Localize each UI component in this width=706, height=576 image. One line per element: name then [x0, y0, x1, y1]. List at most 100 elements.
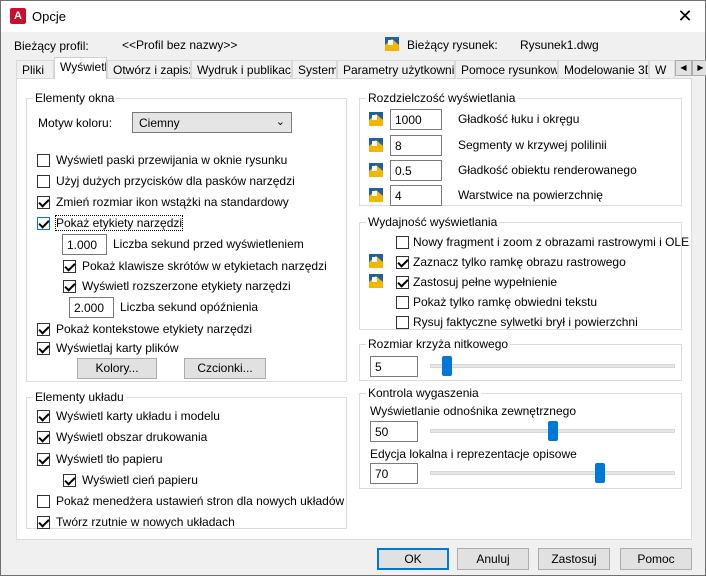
- color-theme-select[interactable]: Ciemny ⌄: [132, 112, 292, 133]
- group-title: Rozdzielczość wyświetlania: [366, 91, 518, 105]
- color-theme-label: Motyw koloru:: [38, 116, 113, 130]
- inplace-fade-slider-thumb[interactable]: [594, 463, 605, 483]
- tooltip-delay-label: Liczba sekund przed wyświetleniem: [113, 237, 304, 251]
- ext-delay-label: Liczba sekund opóźnienia: [120, 300, 259, 314]
- polyline-segments-input[interactable]: 8: [390, 135, 442, 156]
- checkbox-raster-frame[interactable]: [396, 256, 409, 269]
- contour-lines-input[interactable]: 4: [390, 185, 442, 206]
- arc-smoothness-label: Gładkość łuku i okręgu: [458, 112, 580, 126]
- checkbox-large-buttons[interactable]: [37, 175, 50, 188]
- apply-button[interactable]: Zastosuj: [538, 548, 610, 570]
- help-button[interactable]: Pomoc: [620, 548, 692, 570]
- close-icon[interactable]: ✕: [665, 1, 705, 32]
- checkbox-paper-bg[interactable]: [37, 453, 50, 466]
- checkbox-rollover[interactable]: [37, 323, 50, 336]
- checkbox-file-tabs[interactable]: [37, 342, 50, 355]
- checkbox-silhouettes-label: Rysuj faktyczne sylwetki brył i powierzc…: [413, 315, 638, 329]
- drawing-setting-icon: [369, 188, 383, 202]
- checkbox-printable-area[interactable]: [37, 431, 50, 444]
- drawing-file-icon: [385, 37, 399, 51]
- xref-fade-label: Wyświetlanie odnośnika zewnętrznego: [370, 404, 577, 418]
- tab-panel-wyswietl: Elementy okna Motyw koloru: Ciemny ⌄ Wyś…: [16, 78, 692, 540]
- checkbox-viewports-label: Twórz rzutnie w nowych układach: [56, 515, 235, 529]
- window-title: Opcje: [32, 9, 66, 24]
- tab-wydruk-i-publikacja[interactable]: Wydruk i publikacja: [191, 60, 292, 79]
- ok-button[interactable]: OK: [377, 548, 449, 570]
- group-fade: Kontrola wygaszenia Wyświetlanie odnośni…: [359, 386, 682, 489]
- profile-value: <<Profil bez nazwy>>: [122, 38, 238, 52]
- drawing-setting-icon: [369, 112, 383, 126]
- group-elementy-ukladu: Elementy układu Wyświetl karty układu i …: [26, 390, 347, 529]
- drawing-setting-icon: [369, 254, 383, 268]
- autocad-app-icon: A: [10, 8, 26, 24]
- checkbox-extended-tooltips[interactable]: [63, 280, 76, 293]
- tab-system[interactable]: System: [292, 60, 337, 79]
- crosshair-slider-thumb[interactable]: [441, 356, 452, 376]
- fonts-button[interactable]: Czcionki...: [184, 358, 266, 379]
- group-elementy-okna: Elementy okna Motyw koloru: Ciemny ⌄ Wyś…: [26, 91, 347, 382]
- xref-fade-input[interactable]: 50: [370, 421, 418, 442]
- checkbox-silhouettes[interactable]: [396, 316, 409, 329]
- checkbox-scrollbars[interactable]: [37, 154, 50, 167]
- checkbox-shortcut-keys[interactable]: [63, 260, 76, 273]
- checkbox-layout-tabs-label: Wyświetl karty układu i modelu: [56, 409, 220, 423]
- checkbox-large-buttons-label: Użyj dużych przycisków dla pasków narzęd…: [56, 174, 295, 188]
- tab-wyswietl[interactable]: Wyświetl: [54, 57, 107, 79]
- tab-otworz-i-zapisz[interactable]: Otwórz i zapisz: [107, 60, 191, 79]
- group-title: Kontrola wygaszenia: [366, 386, 481, 400]
- tab-pomoce-rysunkowe[interactable]: Pomoce rysunkowe: [455, 60, 558, 79]
- checkbox-tooltips[interactable]: [37, 217, 50, 230]
- checkbox-resize-ribbon[interactable]: [37, 196, 50, 209]
- checkbox-paper-shadow[interactable]: [63, 474, 76, 487]
- checkbox-text-frame-label: Pokaż tylko ramkę obwiedni tekstu: [413, 295, 598, 309]
- cancel-button[interactable]: Anuluj: [457, 548, 529, 570]
- checkbox-file-tabs-label: Wyświetlaj karty plików: [56, 341, 179, 355]
- polyline-segments-label: Segmenty w krzywej polilinii: [458, 138, 607, 152]
- xref-fade-slider-thumb[interactable]: [547, 421, 558, 441]
- checkbox-true-color-label: Zastosuj pełne wypełnienie: [413, 275, 558, 289]
- checkbox-paper-bg-label: Wyświetl tło papieru: [56, 452, 163, 466]
- checkbox-printable-area-label: Wyświetl obszar drukowania: [56, 430, 208, 444]
- tab-parametry-uzytkownika[interactable]: Parametry użytkownika: [337, 60, 455, 79]
- group-wydajnosc: Wydajność wyświetlania Nowy fragment i z…: [359, 215, 689, 330]
- crosshair-slider-track[interactable]: [430, 364, 675, 368]
- checkbox-pan-zoom[interactable]: [396, 236, 409, 249]
- tab-scroll-right-icon[interactable]: ▶: [692, 60, 706, 76]
- render-smoothness-label: Gładkość obiektu renderowanego: [458, 163, 637, 177]
- checkbox-tooltips-label: Pokaż etykiety narzędzi: [54, 215, 184, 231]
- checkbox-paper-shadow-label: Wyświetl cień papieru: [82, 473, 198, 487]
- checkbox-true-color[interactable]: [396, 276, 409, 289]
- ext-delay-input[interactable]: 2.000: [69, 297, 114, 318]
- tab-scroll-left-icon[interactable]: ◀: [675, 60, 692, 76]
- tab-pliki[interactable]: Pliki: [16, 60, 54, 79]
- tooltip-delay-input[interactable]: 1.000: [62, 234, 107, 255]
- checkbox-shortcut-keys-label: Pokaż klawisze skrótów w etykietach narz…: [82, 259, 327, 273]
- tab-modelowanie-3d[interactable]: Modelowanie 3D: [558, 60, 649, 79]
- checkbox-text-frame[interactable]: [396, 296, 409, 309]
- group-title: Elementy okna: [33, 91, 117, 105]
- drawing-value: Rysunek1.dwg: [520, 38, 599, 52]
- crosshair-size-input[interactable]: 5: [370, 356, 418, 377]
- checkbox-viewports[interactable]: [37, 516, 50, 529]
- checkbox-layout-tabs[interactable]: [37, 410, 50, 423]
- checkbox-rollover-label: Pokaż kontekstowe etykiety narzędzi: [56, 322, 253, 336]
- drawing-setting-icon: [369, 138, 383, 152]
- inplace-fade-slider-track[interactable]: [430, 471, 675, 475]
- arc-smoothness-input[interactable]: 1000: [390, 109, 442, 130]
- tab-strip: Pliki Wyświetl Otwórz i zapisz Wydruk i …: [16, 57, 706, 79]
- tab-overflow[interactable]: W: [649, 60, 675, 79]
- colors-button[interactable]: Kolory...: [77, 358, 157, 379]
- inplace-fade-label: Edycja lokalna i reprezentacje opisowe: [370, 447, 577, 461]
- render-smoothness-input[interactable]: 0.5: [390, 160, 442, 181]
- group-title: Rozmiar krzyża nitkowego: [366, 337, 511, 351]
- profile-label: Bieżący profil:: [14, 39, 89, 53]
- inplace-fade-input[interactable]: 70: [370, 463, 418, 484]
- checkbox-scrollbars-label: Wyświetl paski przewijania w oknie rysun…: [56, 153, 288, 167]
- checkbox-pan-zoom-label: Nowy fragment i zoom z obrazami rastrowy…: [413, 235, 690, 249]
- group-crosshair: Rozmiar krzyża nitkowego 5: [359, 337, 682, 381]
- title-bar: A Opcje ✕: [1, 1, 705, 32]
- contour-lines-label: Warstwice na powierzchnię: [458, 188, 603, 202]
- checkbox-resize-ribbon-label: Zmień rozmiar ikon wstążki na standardow…: [56, 195, 289, 209]
- color-theme-value: Ciemny: [139, 116, 180, 130]
- checkbox-page-setup[interactable]: [37, 495, 50, 508]
